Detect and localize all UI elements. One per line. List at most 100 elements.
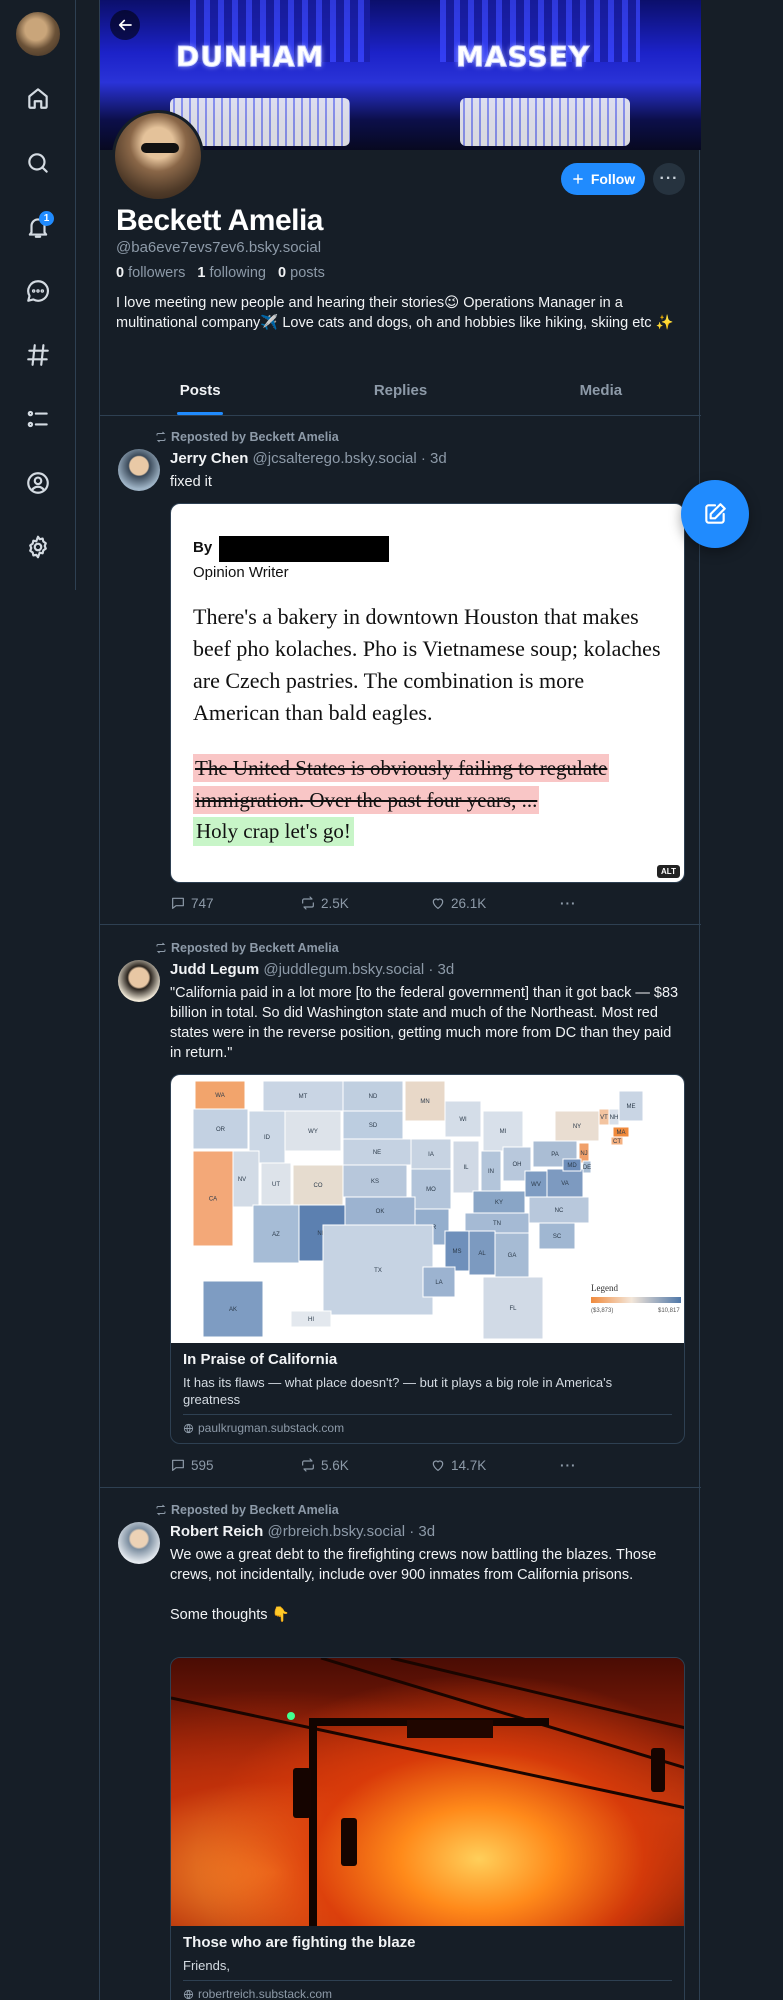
search-icon[interactable]	[18, 143, 58, 183]
byline-role: Opinion Writer	[193, 564, 289, 581]
author-avatar[interactable]	[118, 449, 160, 491]
hashtag-icon[interactable]	[18, 335, 58, 375]
state-label-vt: VT	[600, 1115, 608, 1121]
state-label-il: IL	[463, 1165, 469, 1171]
repost-icon	[156, 1504, 166, 1516]
back-button[interactable]	[110, 10, 140, 40]
alt-badge[interactable]: ALT	[657, 865, 680, 878]
redaction-bar	[219, 536, 389, 562]
state-label-co: CO	[314, 1183, 323, 1189]
link-domain: robertreich.substack.com	[183, 1981, 672, 2000]
link-card[interactable]: Those who are fighting the blaze Friends…	[170, 1657, 685, 2000]
list-icon[interactable]	[18, 399, 58, 439]
profile-avatar[interactable]	[112, 110, 204, 202]
state-label-sd: SD	[369, 1123, 378, 1129]
bell-icon[interactable]: 1	[18, 207, 58, 247]
state-label-tx: TX	[374, 1268, 382, 1274]
home-icon[interactable]	[18, 78, 58, 118]
fire-image	[171, 1658, 684, 1926]
profile-icon[interactable]	[18, 463, 58, 503]
state-label-hi: HI	[308, 1317, 314, 1323]
author-meta: @juddlegum.bsky.social · 3d	[263, 961, 455, 978]
heart-icon	[432, 1460, 444, 1471]
state-label-nh: NH	[610, 1115, 619, 1121]
struck-text: The United States is obviously failing t…	[193, 754, 610, 814]
state-label-nv: NV	[238, 1177, 246, 1183]
author-name[interactable]: Robert Reich	[170, 1523, 263, 1540]
state-label-wy: WY	[308, 1129, 318, 1135]
state-label-pa: PA	[551, 1152, 559, 1158]
author-meta: @rbreich.bsky.social · 3d	[267, 1523, 436, 1540]
reply-button[interactable]: 595	[170, 1457, 300, 1473]
state-label-id: ID	[264, 1135, 271, 1141]
author-name[interactable]: Jerry Chen	[170, 450, 248, 467]
repost-button[interactable]: 2.5K	[300, 895, 430, 911]
state-label-ne: NE	[373, 1150, 381, 1156]
legend-title: Legend	[591, 1283, 618, 1293]
link-title: Those who are fighting the blaze	[183, 1934, 416, 1951]
state-label-wa: WA	[215, 1093, 224, 1099]
link-card[interactable]: WA MT ND MN OR ID SD WI MI NY VT NH ME MA CT WY IA NE NV UT…	[170, 1074, 685, 1444]
feed-post[interactable]: Reposted by Beckett Amelia Jerry Chen @j…	[100, 417, 701, 925]
us-map: WA MT ND MN OR ID SD WI MI NY VT NH ME MA CT WY IA NE NV UT…	[192, 1080, 681, 1340]
state-label-wv: WV	[531, 1182, 541, 1188]
state-label-or: OR	[216, 1127, 226, 1133]
state-label-ma: MA	[617, 1130, 626, 1136]
follow-button[interactable]: Follow	[561, 163, 645, 195]
author-avatar[interactable]	[118, 1522, 160, 1564]
nav-avatar[interactable]	[14, 10, 62, 58]
followers-link[interactable]: 0 followers	[116, 265, 185, 281]
state-label-nj: NJ	[580, 1151, 587, 1157]
following-link[interactable]: 1 following	[197, 265, 266, 281]
feed-post[interactable]: Reposted by Beckett Amelia Robert Reich …	[100, 1489, 701, 2000]
globe-icon	[183, 1989, 194, 1999]
legend-max: $10,817	[658, 1308, 680, 1314]
follow-label: Follow	[590, 171, 636, 187]
state-label-la: LA	[435, 1280, 442, 1286]
state-label-me: ME	[627, 1104, 636, 1110]
author-avatar[interactable]	[118, 960, 160, 1002]
reply-icon	[172, 897, 184, 909]
repost-button[interactable]: 5.6K	[300, 1457, 430, 1473]
state-label-ct: CT	[613, 1139, 621, 1145]
state-label-oh: OH	[513, 1162, 522, 1168]
compose-button[interactable]	[681, 480, 749, 548]
state-label-va: VA	[561, 1181, 569, 1187]
link-title: In Praise of California	[183, 1351, 338, 1368]
more-options-button[interactable]: ···	[653, 163, 685, 195]
post-actions: 595 5.6K 14.7K ···	[170, 1457, 590, 1473]
tab-media[interactable]: Media	[501, 366, 701, 415]
gear-icon[interactable]	[18, 527, 58, 567]
like-button[interactable]: 14.7K	[430, 1457, 560, 1473]
legend-bar	[591, 1297, 681, 1303]
highlighted-text: Holy crap let's go!	[193, 817, 354, 846]
chat-icon[interactable]	[18, 271, 58, 311]
tab-replies[interactable]: Replies	[300, 366, 500, 415]
tab-posts[interactable]: Posts	[100, 366, 300, 415]
state-label-nd: ND	[369, 1094, 378, 1100]
state-label-fl: FL	[509, 1306, 517, 1312]
byline-label: By	[193, 539, 213, 556]
post-text: We owe a great debt to the firefighting …	[170, 1547, 657, 1623]
state-label-ms: MS	[453, 1249, 462, 1255]
state-label-nc: NC	[555, 1208, 564, 1214]
state-label-mi: MI	[500, 1129, 507, 1135]
legend-min: ($3,873)	[591, 1308, 613, 1314]
repost-icon	[156, 431, 166, 443]
post-actions: 747 2.5K 26.1K ···	[170, 895, 590, 911]
state-label-ny: NY	[573, 1124, 581, 1130]
profile-stats: 0 followers 1 following 0 posts	[116, 265, 325, 281]
author-line: Judd Legum @juddlegum.bsky.social · 3d	[170, 961, 454, 978]
state-label-ks: KS	[371, 1179, 379, 1185]
post-image[interactable]: By Opinion Writer There's a bakery in do…	[170, 503, 685, 883]
plus-icon	[573, 174, 583, 184]
post-more-button[interactable]: ···	[560, 1458, 577, 1473]
author-name[interactable]: Judd Legum	[170, 961, 259, 978]
state-label-de: DE	[583, 1165, 591, 1171]
state-label-ga: GA	[508, 1253, 517, 1259]
reply-button[interactable]: 747	[170, 895, 300, 911]
posts-count: 0 posts	[278, 265, 325, 281]
feed-post[interactable]: Reposted by Beckett Amelia Judd Legum @j…	[100, 926, 701, 1488]
like-button[interactable]: 26.1K	[430, 895, 560, 911]
post-more-button[interactable]: ···	[560, 896, 577, 911]
